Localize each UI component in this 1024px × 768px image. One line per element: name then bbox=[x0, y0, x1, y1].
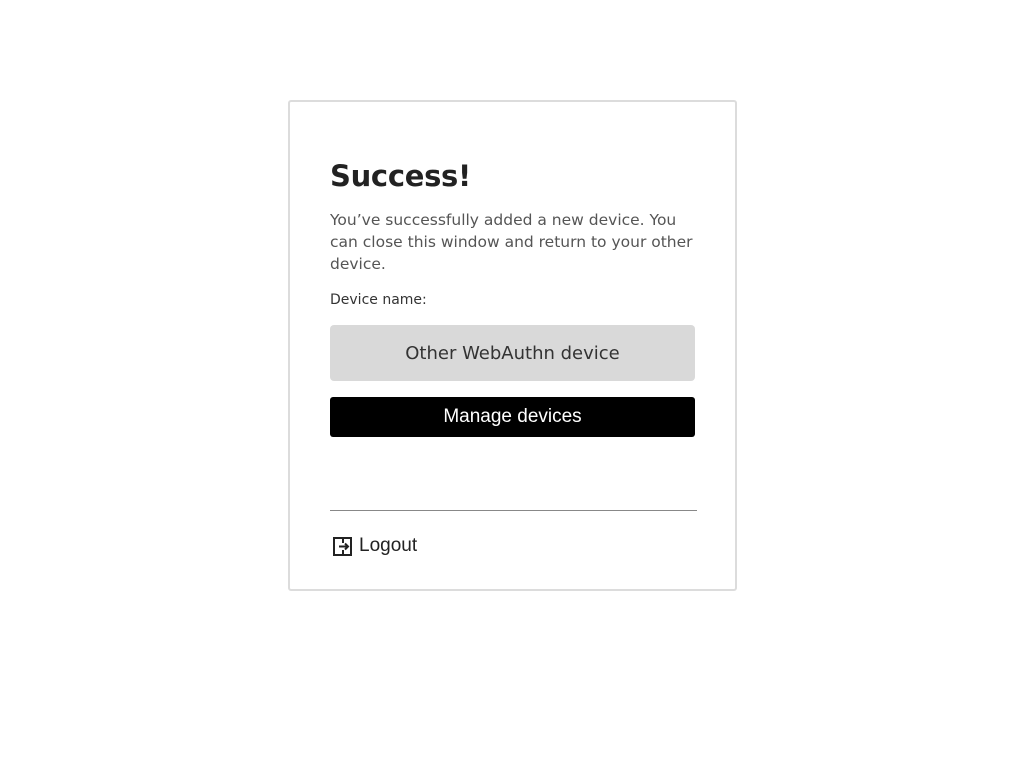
logout-link[interactable]: Logout bbox=[330, 533, 417, 559]
logout-label: Logout bbox=[359, 535, 418, 556]
page-title: Success! bbox=[330, 159, 471, 193]
success-card: Success! You’ve successfully added a new… bbox=[288, 100, 737, 591]
logout-icon bbox=[330, 534, 354, 558]
divider bbox=[330, 510, 697, 511]
manage-devices-button[interactable]: Manage devices bbox=[330, 397, 695, 437]
success-message: You’ve successfully added a new device. … bbox=[330, 211, 693, 273]
device-name-label: Device name: bbox=[330, 292, 427, 308]
device-name-field[interactable] bbox=[330, 325, 695, 381]
